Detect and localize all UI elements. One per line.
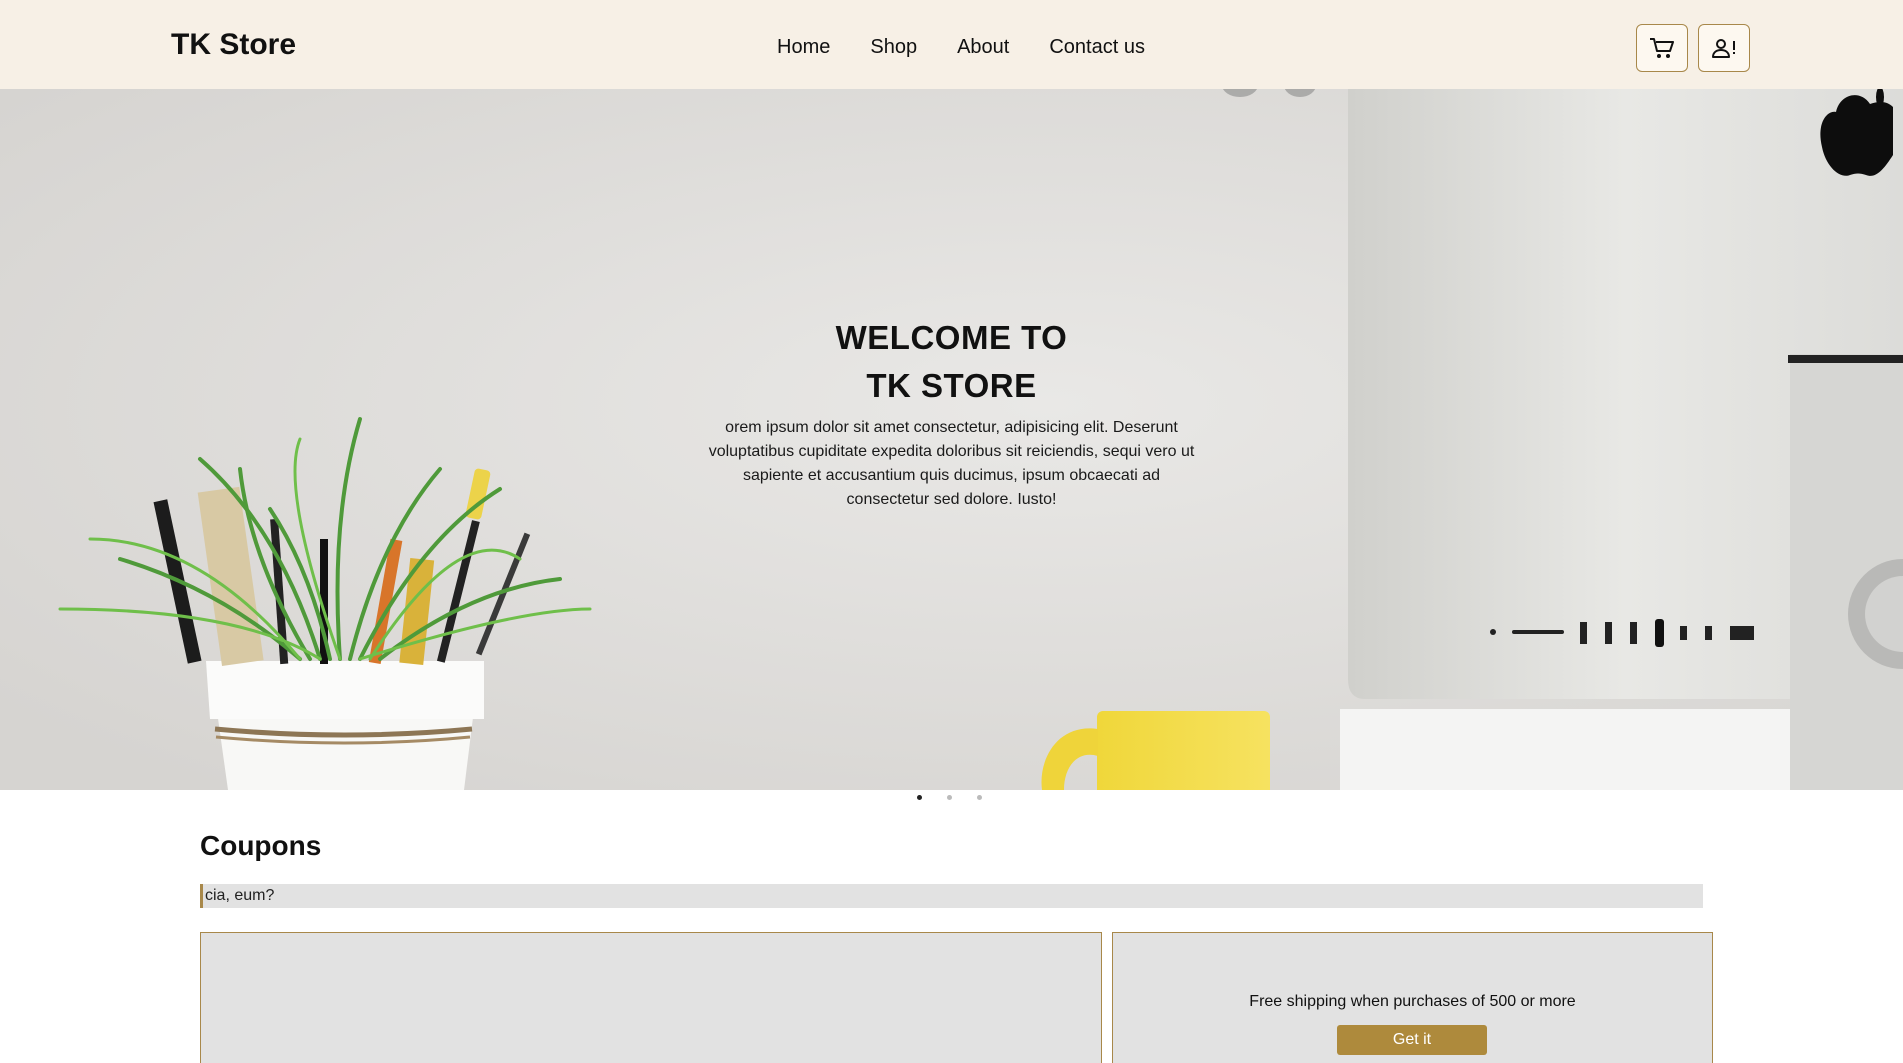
nav-link-contact[interactable]: Contact us <box>1049 36 1145 59</box>
main-nav: Home Shop About Contact us <box>777 36 1145 59</box>
nav-link-shop[interactable]: Shop <box>870 36 917 59</box>
get-coupon-button[interactable]: Get it <box>1337 1025 1487 1055</box>
carousel-dot-3[interactable] <box>977 795 982 800</box>
coupon-card-1 <box>200 932 1102 1063</box>
coupon-card-text: Free shipping when purchases of 500 or m… <box>1249 993 1576 1010</box>
coupon-marquee: cia, eum? <box>200 884 1703 908</box>
nav-link-about[interactable]: About <box>957 36 1009 59</box>
brand-logo[interactable]: TK Store <box>171 28 296 62</box>
coupons-heading: Coupons <box>200 830 322 861</box>
carousel-indicators <box>917 795 1007 800</box>
hero-banner: WELCOME TO TK STORE orem ipsum dolor sit… <box>0 89 1903 790</box>
hero-description: orem ipsum dolor sit amet consectetur, a… <box>708 419 1195 508</box>
nav-link-home[interactable]: Home <box>777 36 830 59</box>
cart-button[interactable] <box>1636 24 1688 72</box>
hero-title: WELCOME TO TK STORE <box>835 319 1068 404</box>
cart-icon <box>1650 38 1674 58</box>
navbar: TK Store Home Shop About Contact us <box>0 0 1903 89</box>
hero-text-block: WELCOME TO TK STORE orem ipsum dolor sit… <box>0 314 1903 512</box>
carousel-dot-2[interactable] <box>947 795 952 800</box>
coupon-card-2: Free shipping when purchases of 500 or m… <box>1112 932 1713 1063</box>
user-alert-icon <box>1712 39 1735 58</box>
carousel-dot-1[interactable] <box>917 795 922 800</box>
account-button[interactable] <box>1698 24 1750 72</box>
